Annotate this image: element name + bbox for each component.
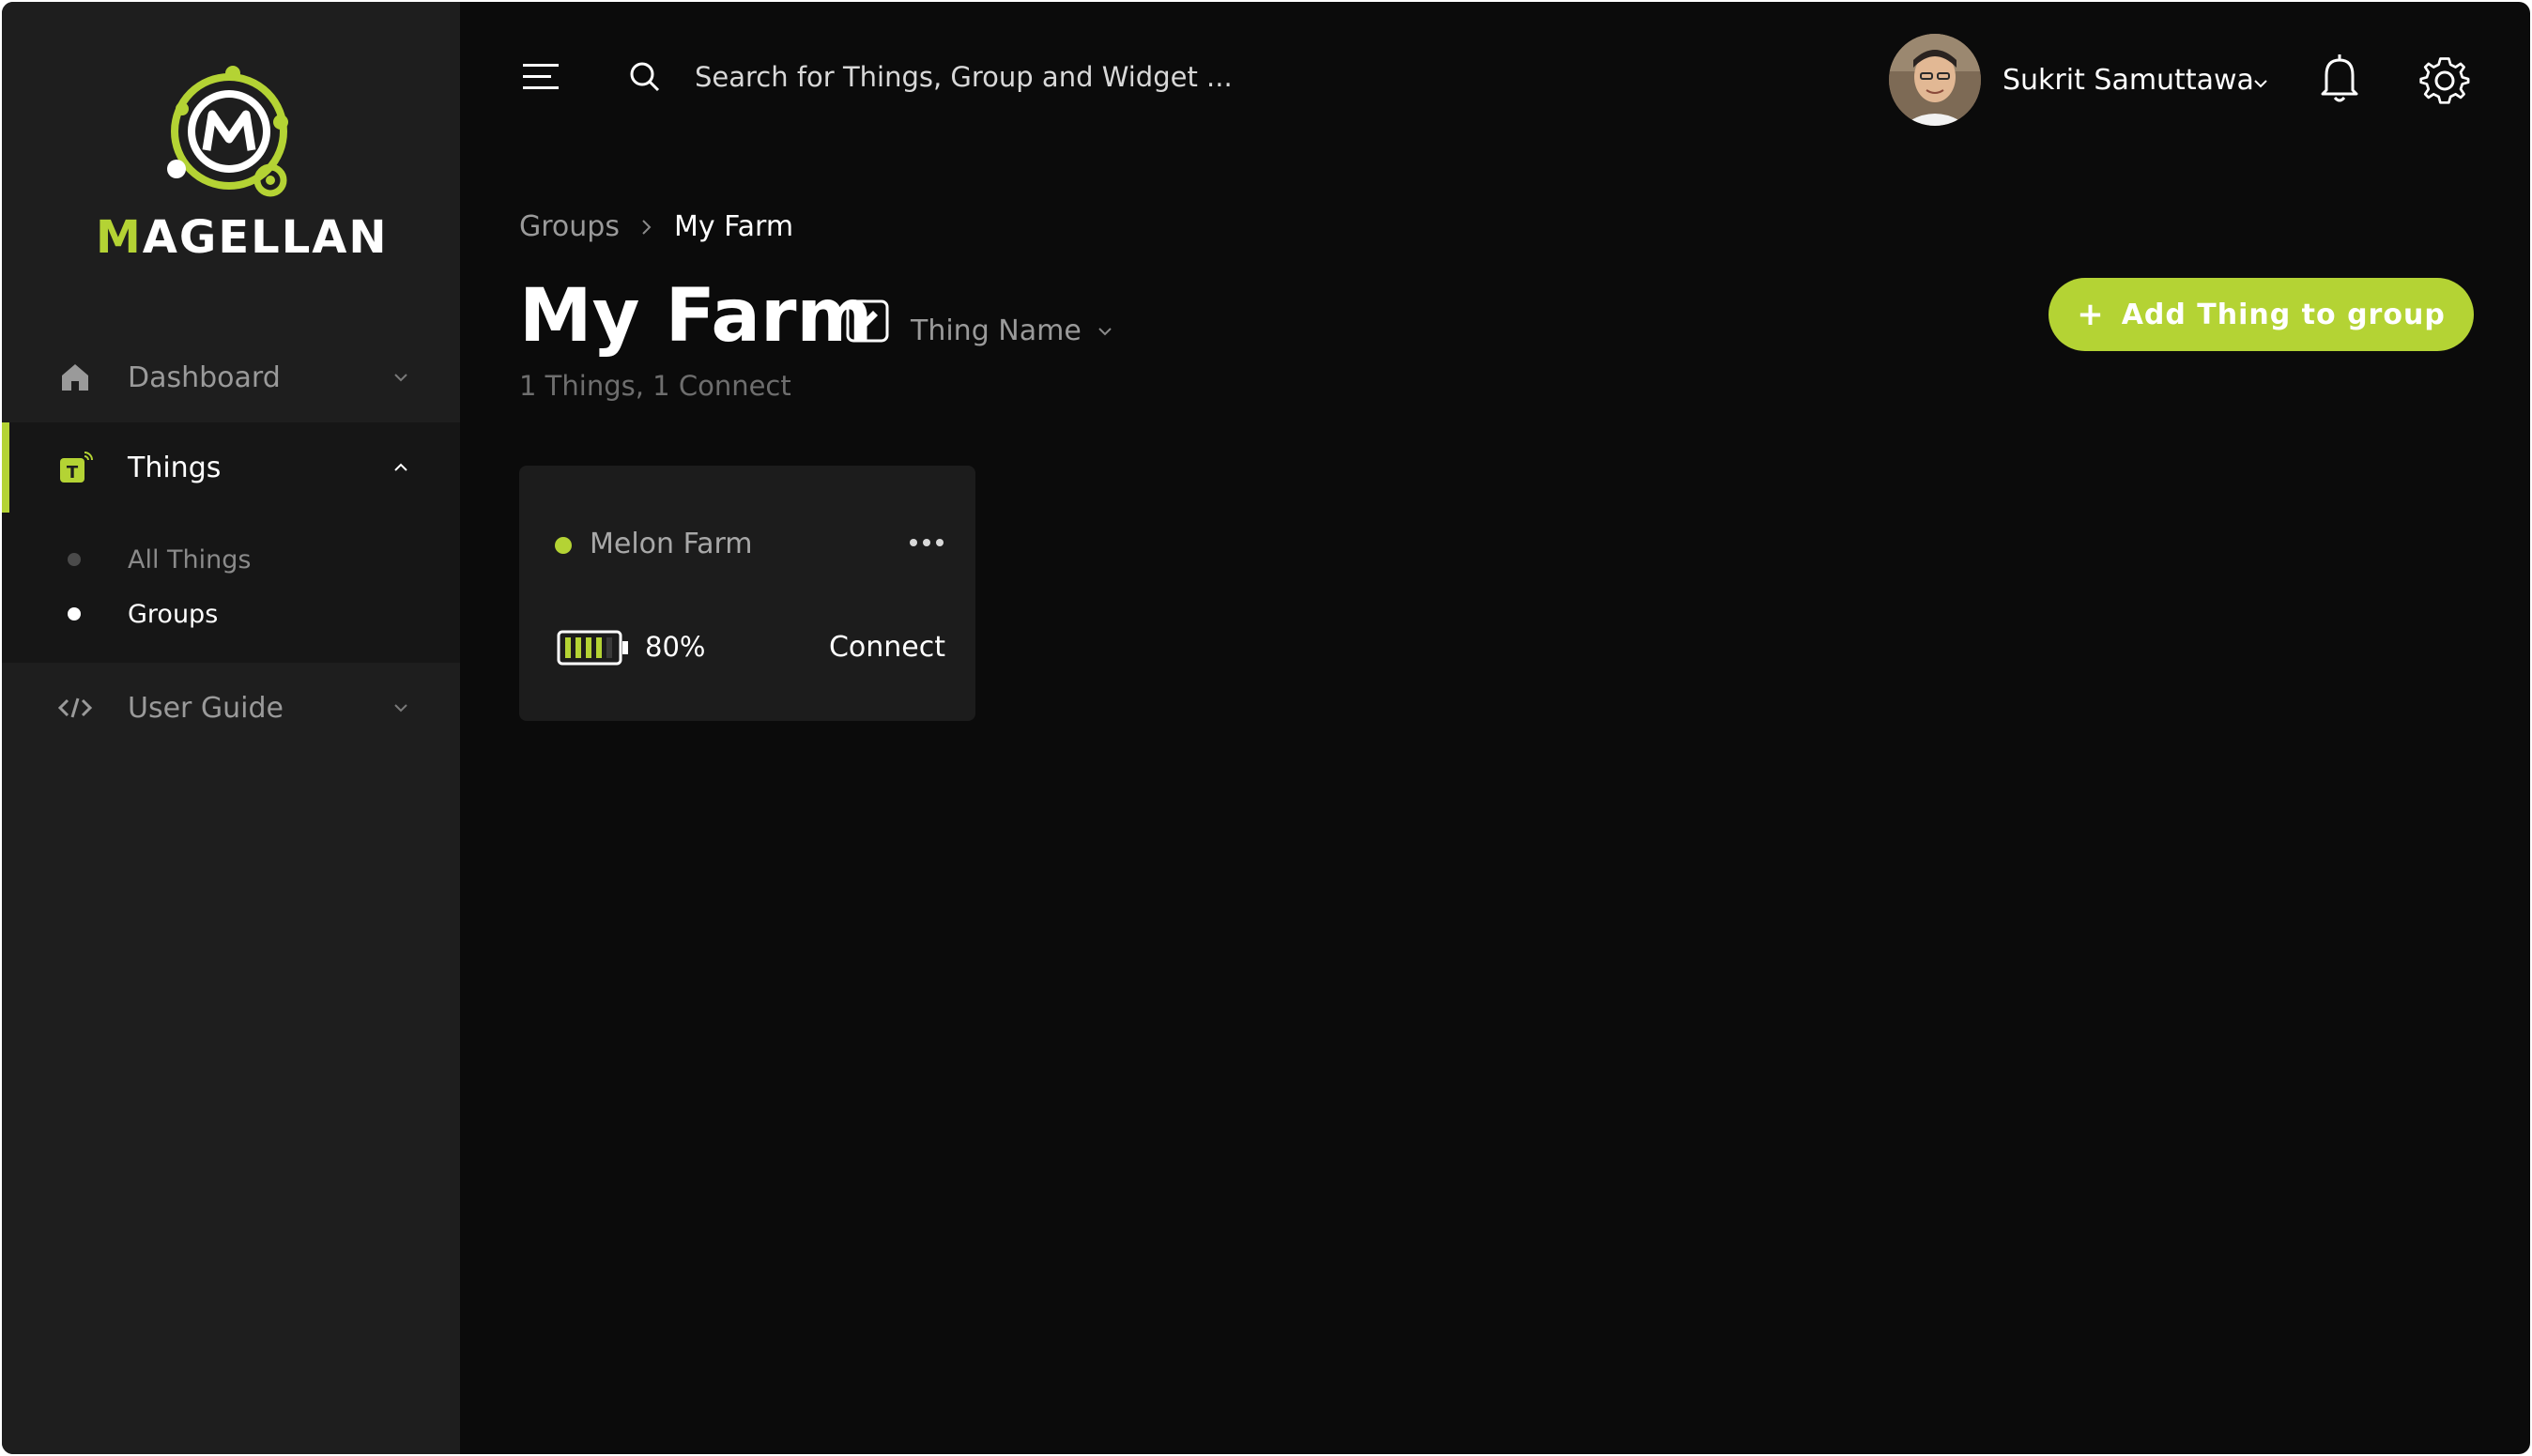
sidebar-item-dashboard[interactable]: Dashboard bbox=[2, 332, 460, 422]
app-window: MAGELLAN Dashboard T Things All Things G… bbox=[2, 2, 2530, 1454]
battery-bar bbox=[596, 637, 602, 658]
sidebar-item-label: Things bbox=[128, 451, 222, 484]
thing-name: Melon Farm bbox=[590, 528, 753, 560]
sidebar-subitem-all-things[interactable]: All Things bbox=[2, 533, 460, 586]
avatar[interactable] bbox=[1889, 34, 1981, 126]
bullet-icon bbox=[68, 607, 81, 621]
active-indicator bbox=[2, 422, 9, 513]
search-icon bbox=[630, 62, 660, 92]
code-icon bbox=[57, 697, 93, 718]
battery-level bbox=[565, 637, 612, 658]
sidebar: MAGELLAN Dashboard T Things All Things G… bbox=[2, 2, 460, 1454]
battery-bar bbox=[565, 637, 571, 658]
sort-select[interactable]: Thing Name bbox=[911, 314, 1115, 347]
battery-bar bbox=[606, 637, 612, 658]
chevron-right-icon bbox=[642, 219, 652, 235]
sidebar-item-user-guide[interactable]: User Guide bbox=[2, 663, 460, 753]
battery-icon bbox=[557, 630, 628, 666]
breadcrumb-current: My Farm bbox=[673, 210, 794, 243]
chevron-down-icon bbox=[394, 374, 407, 382]
page-title: My Farm bbox=[519, 274, 873, 359]
sort-select-label: Thing Name bbox=[911, 314, 1082, 347]
plus-icon: + bbox=[2077, 296, 2105, 333]
magellan-logo[interactable]: MAGELLAN bbox=[96, 56, 389, 272]
user-name[interactable]: Sukrit Samuttawa bbox=[2003, 64, 2254, 97]
sidebar-item-things[interactable]: T Things bbox=[2, 422, 460, 513]
brand-name: MAGELLAN bbox=[96, 211, 389, 264]
battery-percent: 80% bbox=[645, 631, 706, 663]
more-options-icon[interactable] bbox=[904, 526, 949, 559]
sidebar-subitem-groups[interactable]: Groups bbox=[2, 588, 460, 640]
sidebar-item-label: User Guide bbox=[128, 691, 284, 725]
chevron-up-icon bbox=[394, 463, 407, 471]
sidebar-subitem-label: All Things bbox=[128, 544, 252, 575]
thing-card[interactable]: Melon Farm 80% Connect bbox=[519, 466, 975, 721]
edit-icon[interactable] bbox=[845, 299, 890, 344]
sidebar-item-label: Dashboard bbox=[128, 360, 281, 394]
battery-bar bbox=[575, 637, 581, 658]
magellan-logo-icon bbox=[167, 66, 288, 197]
breadcrumb: Groups My Farm bbox=[519, 210, 793, 243]
sidebar-subitem-label: Groups bbox=[128, 599, 219, 629]
battery-bar bbox=[586, 637, 591, 658]
svg-text:T: T bbox=[67, 463, 79, 483]
chevron-down-icon bbox=[1098, 327, 1112, 335]
breadcrumb-groups-link[interactable]: Groups bbox=[519, 210, 620, 243]
things-icon: T bbox=[60, 452, 93, 483]
gear-icon[interactable] bbox=[2418, 54, 2471, 107]
search-input[interactable] bbox=[695, 54, 1352, 100]
chevron-down-icon bbox=[394, 704, 407, 713]
add-thing-to-group-button[interactable]: + Add Thing to group bbox=[2049, 278, 2474, 351]
online-status-dot bbox=[555, 537, 572, 554]
bell-icon[interactable] bbox=[2313, 51, 2366, 107]
add-thing-button-label: Add Thing to group bbox=[2121, 298, 2446, 331]
home-icon bbox=[62, 364, 88, 391]
hamburger-menu-icon[interactable] bbox=[521, 60, 560, 94]
user-photo bbox=[1889, 34, 1981, 126]
chevron-down-icon[interactable] bbox=[2250, 73, 2271, 94]
things-submenu: All Things Groups bbox=[2, 513, 460, 663]
connection-status: Connect bbox=[828, 631, 945, 664]
group-summary: 1 Things, 1 Connect bbox=[519, 370, 791, 402]
bullet-icon bbox=[68, 553, 81, 566]
